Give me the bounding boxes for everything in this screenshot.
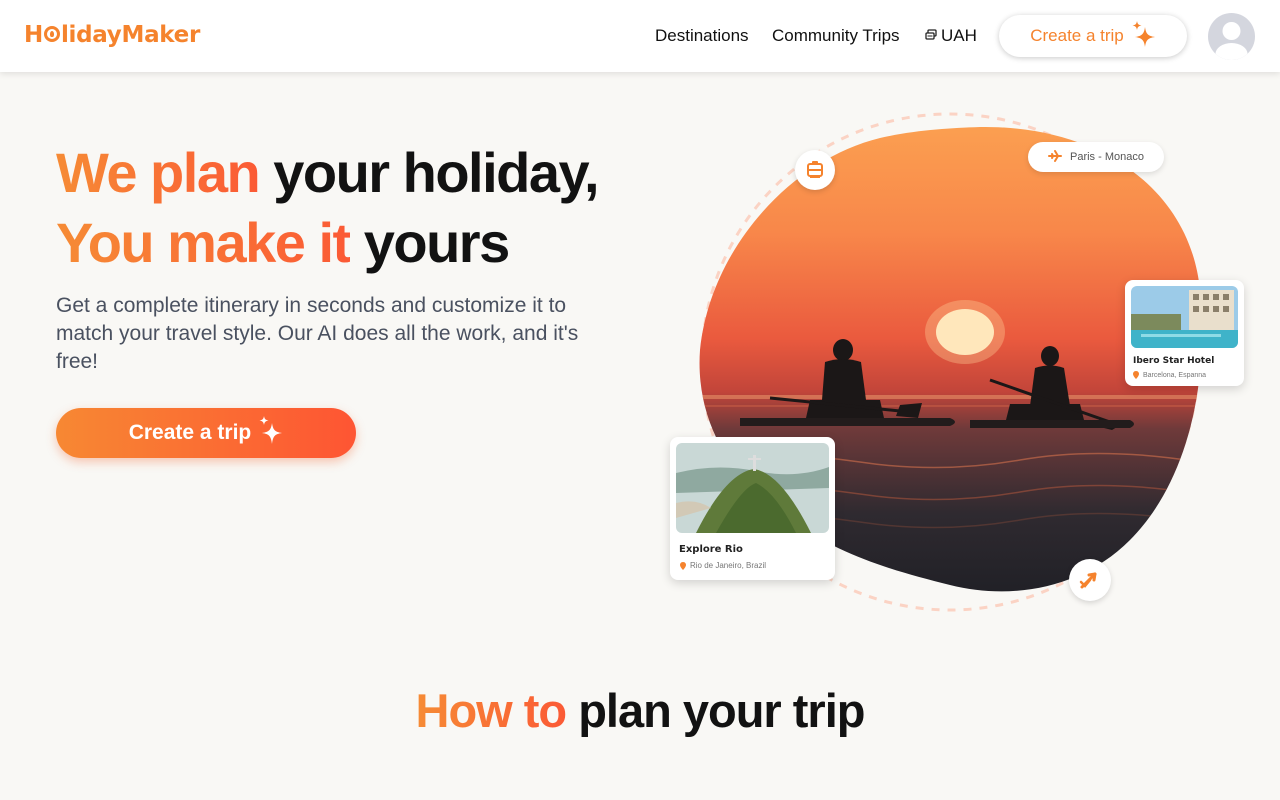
currency-label: UAH (941, 26, 977, 45)
hero-create-trip-label: Create a trip (128, 421, 252, 444)
rio-photo (676, 443, 829, 533)
location-pin-icon (680, 561, 686, 570)
currency-selector[interactable]: UAH (925, 0, 977, 72)
hotel-card-location: Barcelona, Espanna (1133, 371, 1206, 379)
money-stack-icon (925, 28, 937, 44)
luggage-icon (795, 150, 835, 190)
nav-community-trips[interactable]: Community Trips (772, 0, 900, 72)
header-create-trip-label: Create a trip (1030, 26, 1124, 45)
route-pill-label: Paris - Monaco (1070, 151, 1144, 163)
hero-create-trip-button[interactable]: Create a trip (56, 408, 356, 458)
header-create-trip-button[interactable]: Create a trip (999, 15, 1187, 57)
how-to-rest: plan your trip (566, 684, 865, 737)
nav-destinations[interactable]: Destinations (655, 0, 749, 72)
hotel-photo (1131, 286, 1238, 348)
logo[interactable]: HlidayMaker (24, 20, 200, 50)
how-to-plan-heading: How to plan your trip (0, 683, 1280, 738)
hotel-card-location-label: Barcelona, Espanna (1143, 371, 1207, 379)
hero-title-line-2: You make it yours (56, 210, 511, 275)
plane-check-icon (1069, 559, 1111, 601)
logo-sun-icon (43, 26, 60, 42)
sparkle-icon (1132, 20, 1156, 52)
site-header: HlidayMaker Destinations Community Trips… (0, 0, 1280, 72)
hero-title-accent-2: You make it (56, 211, 351, 274)
location-pin-icon (1133, 371, 1139, 379)
hero-title-line-1: We plan your holiday, (56, 140, 600, 205)
rio-card-location: Rio de Janeiro, Brazil (680, 561, 766, 570)
rio-card: Explore Rio Rio de Janeiro, Brazil (670, 437, 835, 580)
logo-text: HlidayMaker (24, 22, 201, 48)
route-pill: Paris - Monaco (1028, 142, 1164, 172)
hero-title-rest-1: your holiday, (259, 141, 599, 204)
rio-card-location-label: Rio de Janeiro, Brazil (690, 561, 767, 570)
rio-card-title: Explore Rio (679, 544, 743, 555)
sparkle-icon (259, 416, 283, 450)
hero-title-rest-2: yours (349, 211, 511, 274)
hero-title-accent-1: We plan (56, 141, 261, 204)
plane-icon (1048, 149, 1062, 166)
hero-illustration: Paris - Monaco Ibero Star Hotel Barcelon… (660, 100, 1260, 630)
hotel-card-title: Ibero Star Hotel (1133, 356, 1215, 366)
how-to-accent: How to (415, 684, 568, 737)
user-avatar-icon[interactable] (1208, 13, 1255, 60)
hero-subtitle: Get a complete itinerary in seconds and … (56, 294, 579, 373)
hotel-card: Ibero Star Hotel Barcelona, Espanna (1125, 280, 1244, 386)
